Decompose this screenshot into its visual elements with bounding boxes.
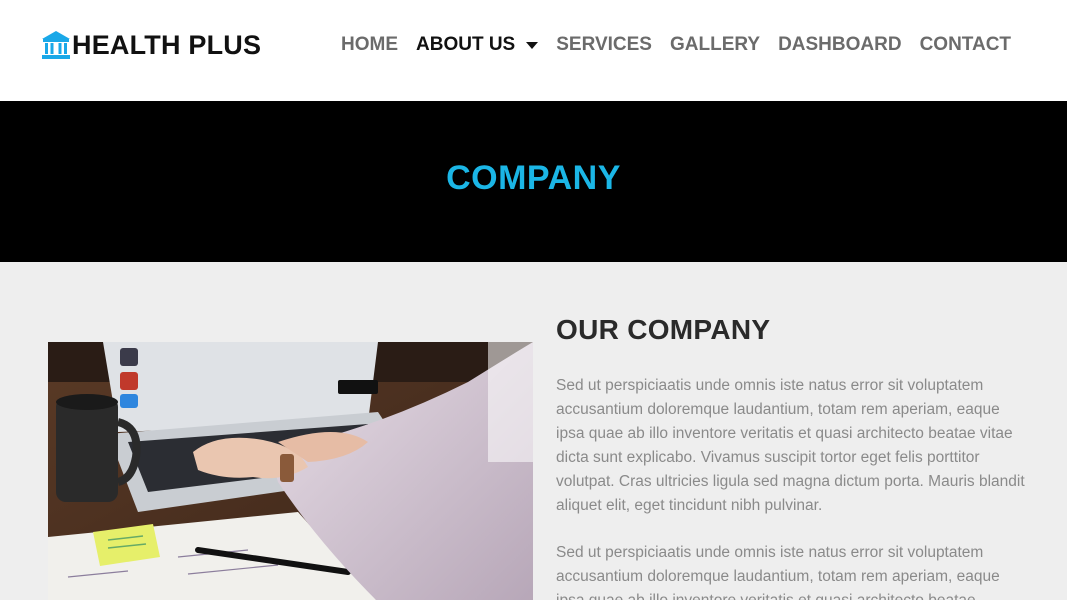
nav-item-home[interactable]: HOME bbox=[341, 30, 398, 60]
company-photo bbox=[48, 342, 533, 600]
nav-item-gallery[interactable]: GALLERY bbox=[670, 30, 760, 60]
navbar: HEALTH PLUS HOME ABOUT US SERVICES GALLE… bbox=[0, 0, 1067, 101]
bank-icon bbox=[40, 29, 72, 61]
nav-item-about-us[interactable]: ABOUT US bbox=[416, 30, 539, 60]
nav-item-services[interactable]: SERVICES bbox=[556, 30, 652, 60]
brand-name: HEALTH PLUS bbox=[72, 30, 262, 60]
page-hero-banner: COMPANY bbox=[0, 101, 1067, 262]
section-title: OUR COMPANY bbox=[556, 314, 771, 345]
chevron-down-icon bbox=[526, 41, 539, 49]
nav-item-dashboard[interactable]: DASHBOARD bbox=[778, 30, 902, 60]
about-paragraph-2: Sed ut perspiciaatis unde omnis iste nat… bbox=[556, 544, 1000, 600]
nav-item-about-us-label: ABOUT US bbox=[416, 34, 516, 55]
brand-logo-link[interactable]: HEALTH PLUS bbox=[40, 28, 261, 62]
main-nav: HOME ABOUT US SERVICES GALLERY DASHBOARD… bbox=[341, 30, 1029, 60]
about-section: OUR COMPANY Sed ut perspiciaatis unde om… bbox=[0, 262, 1067, 600]
nav-item-contact[interactable]: CONTACT bbox=[920, 30, 1011, 60]
page-title: COMPANY bbox=[446, 159, 621, 197]
about-paragraph-1: Sed ut perspiciaatis unde omnis iste nat… bbox=[556, 377, 1025, 514]
